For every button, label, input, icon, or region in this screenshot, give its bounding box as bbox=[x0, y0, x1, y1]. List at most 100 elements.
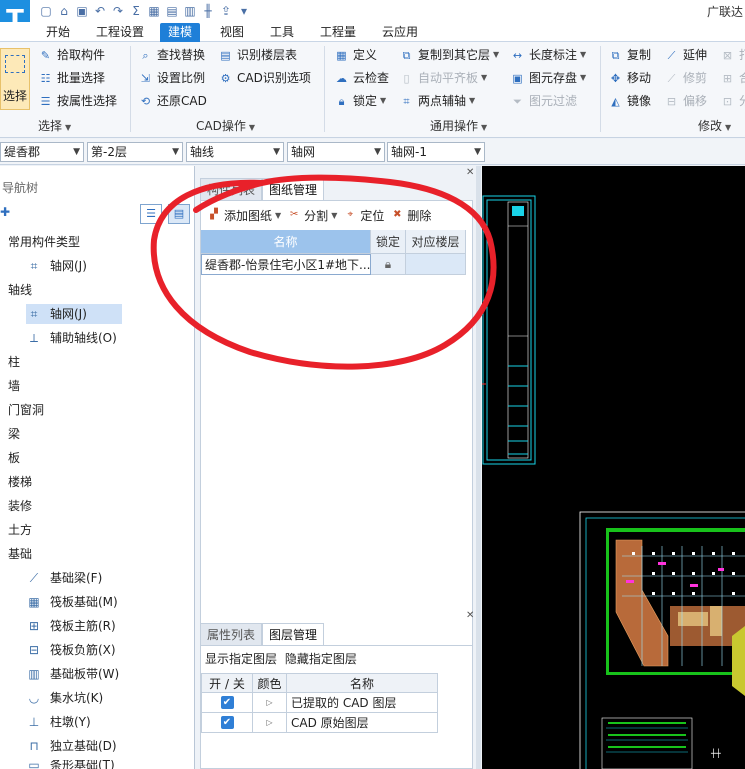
close-icon[interactable]: ✕ bbox=[466, 610, 474, 621]
tab-component-list[interactable]: 构件列表 bbox=[200, 178, 263, 200]
select-group-label[interactable]: 选择 ▼ bbox=[38, 117, 71, 134]
cad-drawing-canvas[interactable]: ┼┼ bbox=[482, 166, 745, 769]
tree-group[interactable]: 板 bbox=[8, 448, 20, 468]
ruler-icon[interactable]: ╫ bbox=[200, 3, 216, 19]
sum-icon[interactable]: Σ bbox=[128, 3, 144, 19]
extend-button[interactable]: ⟋ 延伸 bbox=[664, 44, 707, 66]
column-lock[interactable]: 锁定 bbox=[371, 230, 406, 254]
break-button[interactable]: ⊠打 bbox=[720, 44, 745, 66]
tree-group[interactable]: 装修 bbox=[8, 496, 32, 516]
trim-button[interactable]: ⟋ 修剪 bbox=[664, 67, 707, 89]
tab-start[interactable]: 开始 bbox=[38, 23, 78, 42]
select-by-attribute-button[interactable]: ☰ 按属性选择 bbox=[38, 90, 117, 112]
define-button[interactable]: ▦ 定义 bbox=[334, 44, 377, 66]
checkbox-checked-icon[interactable]: ✔ bbox=[220, 696, 234, 709]
qat-dropdown-icon[interactable]: ▾ bbox=[236, 3, 252, 19]
export-icon[interactable]: ⇪ bbox=[218, 3, 234, 19]
auto-align-slab-button[interactable]: ▯ 自动平齐板 ▼ bbox=[399, 67, 487, 89]
tree-group[interactable]: 土方 bbox=[8, 520, 32, 540]
tree-item[interactable]: ⊟ 筏板负筋(X) bbox=[26, 640, 116, 660]
expand-icon[interactable]: ▷ bbox=[266, 693, 272, 713]
layer-toggle[interactable]: ✔ bbox=[201, 693, 253, 713]
checkbox-checked-icon[interactable]: ✔ bbox=[220, 716, 234, 729]
tree-group[interactable]: 基础 bbox=[8, 544, 32, 564]
tree-group[interactable]: 楼梯 bbox=[8, 472, 32, 492]
copy-button[interactable]: ⧉ 复制 bbox=[608, 44, 651, 66]
save-element-button[interactable]: ▣ 图元存盘 ▼ bbox=[510, 67, 586, 89]
tab-project-settings[interactable]: 工程设置 bbox=[88, 23, 152, 42]
layer-row[interactable]: ✔ ▷ CAD 原始图层 bbox=[201, 713, 438, 733]
show-layer-link[interactable]: 显示指定图层 bbox=[205, 652, 277, 666]
cad-identify-options-button[interactable]: ⚙ CAD识别选项 bbox=[218, 67, 311, 89]
split-button[interactable]: ⊡分 bbox=[720, 90, 745, 112]
common-group-label[interactable]: 通用操作 ▼ bbox=[430, 117, 487, 134]
tree-item[interactable]: ▦ 筏板基础(M) bbox=[26, 592, 117, 612]
set-scale-button[interactable]: ⇲ 设置比例 bbox=[138, 67, 205, 89]
merge-button[interactable]: ⊞合 bbox=[720, 67, 745, 89]
floor-select[interactable]: 第-2层 ▼ bbox=[87, 142, 183, 162]
column-floor[interactable]: 对应楼层 bbox=[406, 230, 466, 254]
add-icon[interactable]: ✚ bbox=[0, 205, 10, 219]
tree-item-selected[interactable]: ⌗ 轴网(J) bbox=[26, 304, 122, 324]
layer-color[interactable]: ▷ bbox=[253, 693, 287, 713]
two-point-aux-axis-button[interactable]: ⌗ 两点辅轴 ▼ bbox=[399, 90, 475, 112]
tab-tools[interactable]: 工具 bbox=[262, 23, 302, 42]
save-icon[interactable]: ▣ bbox=[74, 3, 90, 19]
select-button[interactable]: 选择 bbox=[0, 48, 30, 110]
tree-item[interactable]: ⟋ 基础梁(F) bbox=[26, 568, 102, 588]
table-icon[interactable]: ▥ bbox=[182, 3, 198, 19]
locate-button[interactable]: ⌖ 定位 bbox=[343, 207, 385, 224]
hide-layer-link[interactable]: 隐藏指定图层 bbox=[285, 652, 357, 666]
close-icon[interactable]: ✕ bbox=[466, 167, 474, 178]
restore-cad-button[interactable]: ⟲ 还原CAD bbox=[138, 90, 207, 112]
find-replace-button[interactable]: ⌕ 查找替换 bbox=[138, 44, 205, 66]
tree-group[interactable]: 梁 bbox=[8, 424, 20, 444]
tab-layer-management[interactable]: 图层管理 bbox=[262, 623, 325, 645]
pick-component-button[interactable]: ✎ 拾取构件 bbox=[38, 44, 105, 66]
list-view-button[interactable]: ▤ bbox=[168, 204, 190, 224]
tree-item[interactable]: ▭ 条形基础(T) bbox=[26, 760, 114, 769]
element-filter-button[interactable]: ⏷ 图元过滤 bbox=[510, 90, 577, 112]
tree-item[interactable]: ⊞ 筏板主筋(R) bbox=[26, 616, 116, 636]
expand-icon[interactable]: ▷ bbox=[266, 713, 272, 733]
layer-toggle[interactable]: ✔ bbox=[201, 713, 253, 733]
tree-item[interactable]: ⊥ 柱墩(Y) bbox=[26, 712, 91, 732]
redo-icon[interactable]: ↷ bbox=[110, 3, 126, 19]
lock-button[interactable]: 🔒︎ 锁定 ▼ bbox=[334, 90, 387, 112]
cloud-check-button[interactable]: ☁ 云检查 bbox=[334, 67, 389, 89]
tree-group[interactable]: 柱 bbox=[8, 352, 20, 372]
floor-cell[interactable] bbox=[406, 254, 466, 275]
mirror-button[interactable]: ◭ 镜像 bbox=[608, 90, 651, 112]
tree-group[interactable]: 常用构件类型 bbox=[8, 232, 80, 252]
tree-item[interactable]: ⟂ 辅助轴线(O) bbox=[26, 328, 117, 348]
tab-quantity[interactable]: 工程量 bbox=[312, 23, 364, 42]
panel-splitter[interactable] bbox=[476, 166, 481, 769]
lock-cell[interactable]: 🔒︎ bbox=[371, 254, 406, 275]
tab-modeling[interactable]: 建模 bbox=[160, 23, 201, 42]
tree-item[interactable]: ▥ 基础板带(W) bbox=[26, 664, 119, 684]
tree-group[interactable]: 门窗洞 bbox=[8, 400, 44, 420]
tree-group[interactable]: 墙 bbox=[8, 376, 20, 396]
delete-button[interactable]: ✖ 删除 bbox=[390, 207, 431, 224]
cad-group-label[interactable]: CAD操作 ▼ bbox=[196, 117, 255, 134]
type-select[interactable]: 轴网 ▼ bbox=[287, 142, 385, 162]
tab-drawing-management[interactable]: 图纸管理 bbox=[262, 178, 325, 200]
move-button[interactable]: ✥ 移动 bbox=[608, 67, 651, 89]
length-dimension-button[interactable]: ↔ 长度标注 ▼ bbox=[510, 44, 586, 66]
instance-select[interactable]: 轴网-1 ▼ bbox=[387, 142, 485, 162]
column-name[interactable]: 名称 bbox=[201, 230, 371, 254]
add-drawing-button[interactable]: ▞ 添加图纸 ▼ bbox=[207, 207, 281, 224]
tree-item[interactable]: ⊓ 独立基础(D) bbox=[26, 736, 116, 756]
report-icon[interactable]: ▤ bbox=[164, 3, 180, 19]
category-select[interactable]: 轴线 ▼ bbox=[186, 142, 284, 162]
table-row[interactable]: 缇香郡-怡景住宅小区1#地下... 🔒︎ bbox=[201, 254, 469, 275]
drawing-name-cell[interactable]: 缇香郡-怡景住宅小区1#地下... bbox=[201, 254, 371, 275]
tree-view-button[interactable]: ☰ bbox=[140, 204, 162, 224]
tree-group[interactable]: 轴线 bbox=[8, 280, 32, 300]
grid-toggle-icon[interactable]: ▦ bbox=[146, 3, 162, 19]
batch-select-button[interactable]: ☷ 批量选择 bbox=[38, 67, 105, 89]
tab-cloud[interactable]: 云应用 bbox=[374, 23, 426, 42]
layer-row[interactable]: ✔ ▷ 已提取的 CAD 图层 bbox=[201, 693, 438, 713]
tab-view[interactable]: 视图 bbox=[212, 23, 252, 42]
undo-icon[interactable]: ↶ bbox=[92, 3, 108, 19]
